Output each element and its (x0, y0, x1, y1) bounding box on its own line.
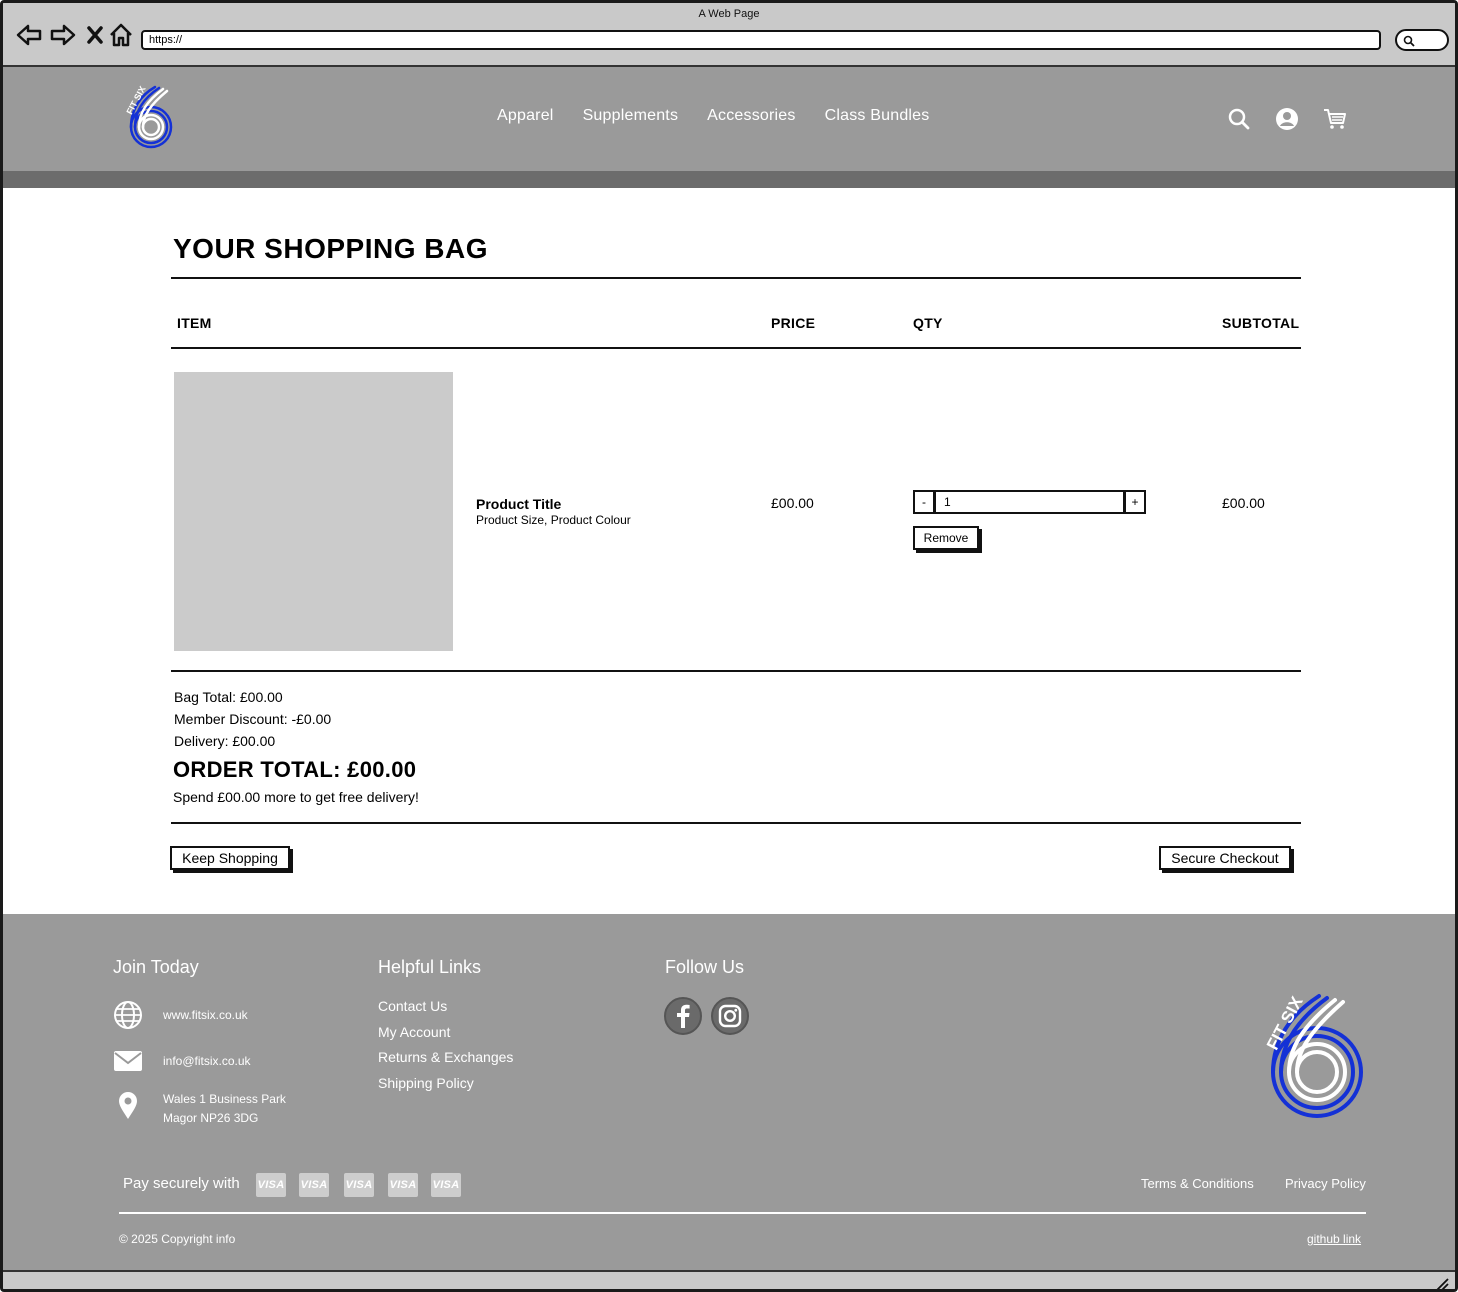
footer-link-returns-exchanges[interactable]: Returns & Exchanges (378, 1047, 513, 1073)
footer-heading-join: Join Today (113, 957, 199, 977)
footer-heading-links: Helpful Links (378, 957, 482, 977)
footer-divider (119, 1212, 1366, 1214)
back-button[interactable] (15, 21, 43, 49)
pay-securely-label: Pay securely with (123, 1175, 240, 1192)
nav-supplements[interactable]: Supplements (583, 107, 679, 125)
contact-address: Wales 1 Business Park Magor NP26 3DG (113, 1090, 286, 1125)
visa-card-icon: VISA (431, 1173, 461, 1197)
close-icon (87, 26, 103, 44)
column-header-subtotal: SUBTOTAL (1222, 315, 1300, 331)
forward-arrow-icon (50, 24, 76, 46)
secure-checkout-button[interactable]: Secure Checkout (1159, 846, 1291, 870)
visa-card-icon: VISA (256, 1173, 286, 1197)
order-total: ORDER TOTAL: £00.00 (173, 757, 417, 782)
home-icon (110, 23, 132, 47)
member-discount: Member Discount: -£0.00 (174, 711, 332, 727)
visa-card-icon: VISA (388, 1173, 418, 1197)
free-delivery-note: Spend £00.00 more to get free delivery! (173, 789, 419, 805)
cart-button[interactable] (1323, 107, 1347, 131)
nav-apparel[interactable]: Apparel (497, 107, 554, 125)
globe-icon (114, 1001, 142, 1029)
copyright-text: © 2025 Copyright info (119, 1232, 236, 1246)
footer-fitsix-logo: FIT SIX (1257, 990, 1367, 1120)
decrement-button[interactable]: - (913, 490, 935, 514)
increment-button[interactable]: + (1124, 490, 1146, 514)
product-price: £00.00 (771, 495, 814, 511)
envelope-icon (114, 1051, 142, 1071)
divider (171, 670, 1301, 672)
github-link[interactable]: github link (1307, 1232, 1361, 1246)
address-line-1: Wales 1 Business Park (163, 1092, 286, 1106)
account-icon (1276, 108, 1298, 130)
forward-button[interactable] (49, 21, 77, 49)
email-link[interactable]: info@fitsix.co.uk (163, 1052, 251, 1071)
nav-accessories[interactable]: Accessories (707, 107, 795, 125)
remove-button[interactable]: Remove (913, 526, 979, 550)
browser-toolbar: A Web Page https:// (3, 3, 1455, 67)
map-pin-icon (119, 1092, 137, 1119)
header-actions (1227, 107, 1347, 131)
address-line-2: Magor NP26 3DG (163, 1111, 259, 1125)
footer-link-contact-us[interactable]: Contact Us (378, 996, 513, 1022)
visa-card-icon: VISA (299, 1173, 329, 1197)
address-bar[interactable]: https:// (141, 30, 1381, 50)
bag-total: Bag Total: £00.00 (174, 689, 283, 705)
contact-website: www.fitsix.co.uk (113, 1000, 248, 1030)
back-arrow-icon (16, 24, 42, 46)
column-header-price: PRICE (771, 315, 816, 331)
main-navigation: Apparel Supplements Accessories Class Bu… (497, 107, 929, 125)
product-image-placeholder[interactable] (174, 372, 453, 651)
search-button[interactable] (1227, 107, 1251, 131)
instagram-icon (718, 1004, 742, 1028)
product-title[interactable]: Product Title (476, 496, 561, 512)
nav-class-bundles[interactable]: Class Bundles (825, 107, 930, 125)
page-title: YOUR SHOPPING BAG (173, 233, 488, 264)
delivery-cost: Delivery: £00.00 (174, 733, 276, 749)
resize-grip-icon[interactable] (1435, 1277, 1449, 1291)
window-title: A Web Page (698, 8, 760, 20)
divider (171, 347, 1301, 349)
quantity-input[interactable]: 1 (934, 490, 1125, 514)
website-link[interactable]: www.fitsix.co.uk (163, 1006, 248, 1025)
stop-button[interactable] (81, 21, 109, 49)
helpful-links-list: Contact Us My Account Returns & Exchange… (378, 996, 513, 1098)
product-size-colour: Product Size, Product Colour (476, 513, 631, 527)
footer-heading-follow: Follow Us (665, 957, 745, 977)
browser-window: A Web Page https:// FIT SIX Apparel Supp… (0, 0, 1458, 1292)
quantity-stepper: - 1 + (913, 490, 1146, 514)
logo-mark: FIT SIX (124, 84, 173, 149)
site-footer: Join Today Helpful Links Follow Us www.f… (3, 914, 1455, 1270)
header-divider (3, 171, 1455, 188)
browser-search-field[interactable] (1395, 29, 1449, 51)
product-subtotal: £00.00 (1222, 495, 1265, 511)
terms-conditions-link[interactable]: Terms & Conditions (1141, 1176, 1254, 1191)
divider (171, 277, 1301, 279)
contact-email: info@fitsix.co.uk (113, 1046, 251, 1076)
logo-mark: FIT SIX (1263, 993, 1363, 1118)
keep-shopping-button[interactable]: Keep Shopping (170, 846, 290, 870)
instagram-button[interactable] (711, 997, 749, 1035)
column-header-qty: QTY (913, 315, 943, 331)
site-header: FIT SIX Apparel Supplements Accessories … (3, 67, 1455, 171)
search-icon (1403, 35, 1415, 47)
footer-link-my-account[interactable]: My Account (378, 1022, 513, 1048)
column-header-item: ITEM (177, 315, 212, 331)
privacy-policy-link[interactable]: Privacy Policy (1285, 1176, 1366, 1191)
account-button[interactable] (1275, 107, 1299, 131)
facebook-button[interactable] (664, 997, 702, 1035)
browser-status-bar (3, 1270, 1455, 1291)
footer-link-shipping-policy[interactable]: Shipping Policy (378, 1073, 513, 1099)
search-icon (1228, 108, 1250, 130)
fitsix-logo[interactable]: FIT SIX (115, 83, 183, 151)
divider (171, 822, 1301, 824)
visa-card-icon: VISA (344, 1173, 374, 1197)
cart-icon (1324, 109, 1346, 129)
facebook-icon (677, 1004, 690, 1028)
home-button[interactable] (107, 21, 135, 49)
